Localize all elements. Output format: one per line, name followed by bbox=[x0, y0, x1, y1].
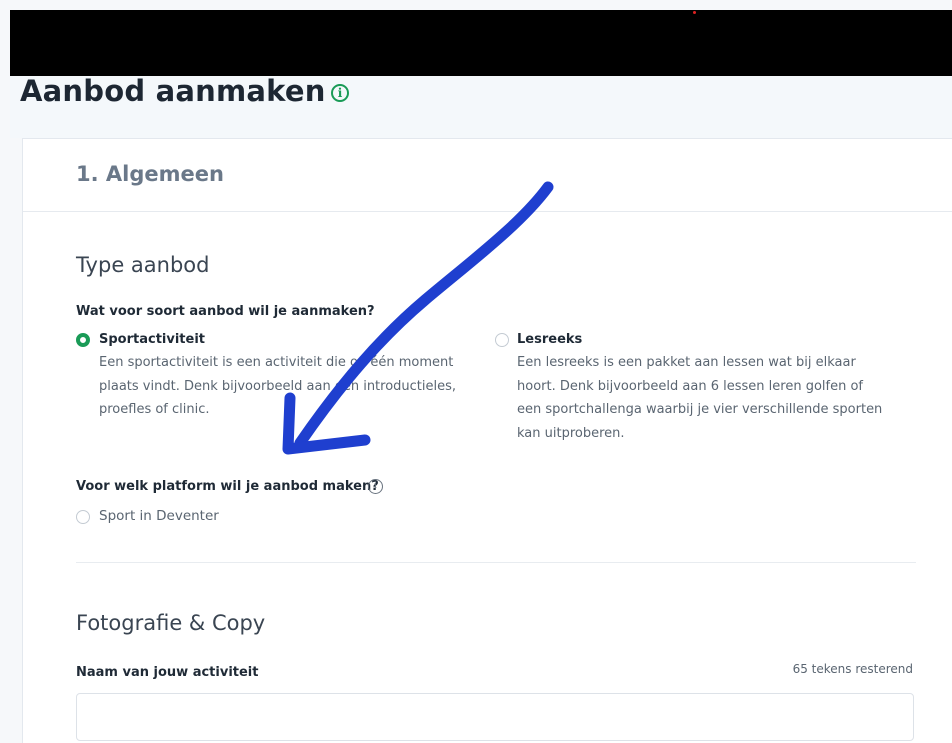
section-step-title: 1. Algemeen bbox=[76, 162, 224, 186]
type-aanbod-heading: Type aanbod bbox=[76, 253, 210, 277]
desc-line: Een lesreeks is een pakket aan lessen wa… bbox=[517, 355, 856, 370]
activity-name-input[interactable] bbox=[76, 693, 914, 741]
sport-in-deventer-radio[interactable] bbox=[76, 510, 90, 524]
desc-line: een sportchallenga waarbij je vier versc… bbox=[517, 402, 883, 417]
info-circle-icon[interactable]: i bbox=[368, 479, 383, 494]
top-black-bar bbox=[10, 10, 952, 76]
fotografie-heading: Fotografie & Copy bbox=[76, 611, 266, 635]
form-card: 1. Algemeen Type aanbod Wat voor soort a… bbox=[22, 138, 952, 743]
activity-name-label: Naam van jouw activiteit bbox=[76, 665, 259, 680]
sportactiviteit-radio[interactable] bbox=[76, 333, 90, 347]
sport-in-deventer-label[interactable]: Sport in Deventer bbox=[99, 508, 219, 524]
desc-line: proefles of clinic. bbox=[99, 402, 210, 417]
desc-line: Een sportactiviteit is een activiteit di… bbox=[99, 355, 454, 370]
desc-line: plaats vindt. Denk bijvoorbeeld aan een … bbox=[99, 378, 457, 394]
lesreeks-description: Een lesreeks is een pakket aan lessen wa… bbox=[517, 351, 882, 445]
red-dot-marker bbox=[693, 11, 696, 14]
desc-line: hoort. Denk bijvoorbeeld aan 6 lessen le… bbox=[517, 378, 863, 394]
lesreeks-label[interactable]: Lesreeks bbox=[517, 332, 582, 347]
info-circle-icon[interactable]: i bbox=[331, 84, 349, 102]
aanbod-type-question: Wat voor soort aanbod wil je aanmaken? bbox=[76, 304, 375, 319]
section-divider bbox=[76, 562, 916, 563]
page-title: Aanbod aanmaken bbox=[20, 74, 326, 108]
desc-line: kan uitproberen. bbox=[517, 425, 625, 441]
sportactiviteit-label[interactable]: Sportactiviteit bbox=[99, 332, 205, 347]
lesreeks-radio[interactable] bbox=[495, 333, 509, 347]
sportactiviteit-description: Een sportactiviteit is een activiteit di… bbox=[99, 351, 456, 422]
platform-question: Voor welk platform wil je aanbod maken? bbox=[76, 479, 379, 494]
chars-remaining: 65 tekens resterend bbox=[792, 662, 913, 676]
section-header: 1. Algemeen bbox=[23, 139, 952, 212]
